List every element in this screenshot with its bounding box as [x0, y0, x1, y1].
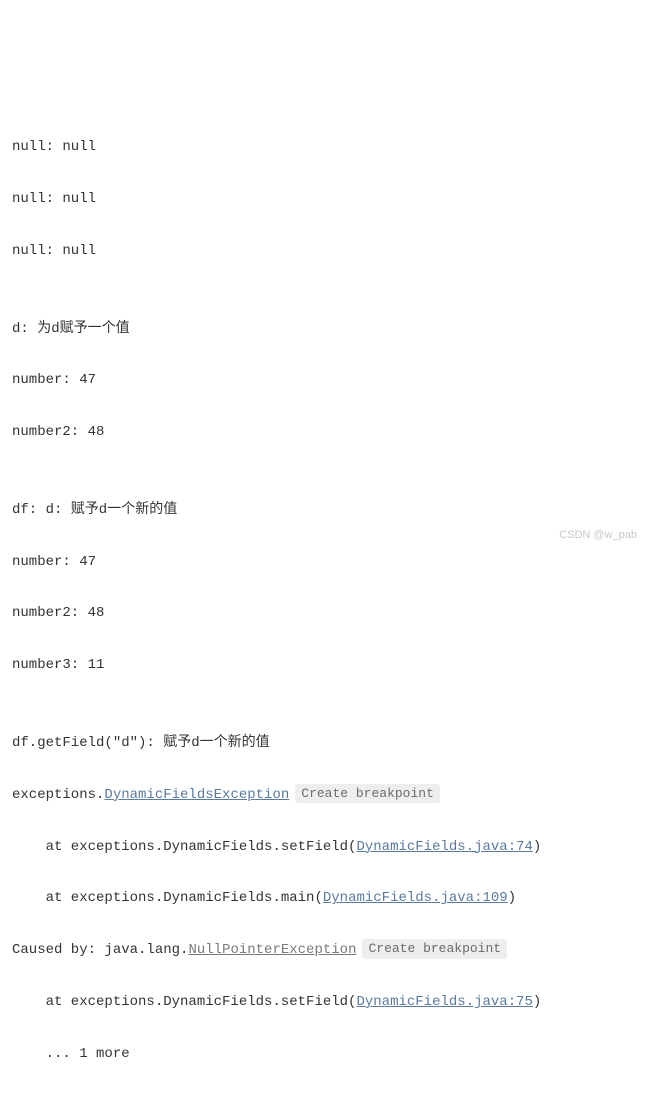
output-line: null: null: [12, 135, 637, 161]
caused-by-prefix: Caused by: java.lang.: [12, 942, 188, 958]
exception-class-link[interactable]: NullPointerException: [188, 942, 356, 958]
frame-suffix: ): [508, 890, 516, 906]
output-line: null: null: [12, 187, 637, 213]
stacktrace-frame: at exceptions.DynamicFields.setField(Dyn…: [12, 835, 637, 861]
frame-text: at exceptions.DynamicFields.setField(: [12, 994, 356, 1010]
output-line: null: null: [12, 239, 637, 265]
output-line: df: d: 赋予d一个新的值: [12, 498, 637, 524]
output-line: number2: 48: [12, 420, 637, 446]
output-line: df.getField("d"): 赋予d一个新的值: [12, 731, 637, 757]
source-link[interactable]: DynamicFields.java:109: [323, 890, 508, 906]
output-line: d: 为d赋予一个值: [12, 317, 637, 343]
output-line: number3: 11: [12, 653, 637, 679]
stacktrace-more: ... 1 more: [12, 1042, 637, 1068]
frame-text: at exceptions.DynamicFields.setField(: [12, 839, 356, 855]
output-line: number2: 48: [12, 601, 637, 627]
console-output: null: null null: null null: null d: 为d赋予…: [12, 110, 637, 1094]
stacktrace-caused-by-line: Caused by: java.lang.NullPointerExceptio…: [12, 938, 637, 964]
create-breakpoint-button[interactable]: Create breakpoint: [362, 939, 507, 959]
frame-suffix: ): [533, 839, 541, 855]
stacktrace-frame: at exceptions.DynamicFields.main(Dynamic…: [12, 886, 637, 912]
stacktrace-frame: at exceptions.DynamicFields.setField(Dyn…: [12, 990, 637, 1016]
output-line: number: 47: [12, 368, 637, 394]
stacktrace-exception-line: exceptions.DynamicFieldsException Create …: [12, 783, 637, 809]
source-link[interactable]: DynamicFields.java:74: [356, 839, 532, 855]
frame-text: at exceptions.DynamicFields.main(: [12, 890, 323, 906]
create-breakpoint-button[interactable]: Create breakpoint: [295, 784, 440, 804]
exception-class-link[interactable]: DynamicFieldsException: [104, 787, 289, 803]
frame-suffix: ): [533, 994, 541, 1010]
exception-prefix: exceptions.: [12, 787, 104, 803]
source-link[interactable]: DynamicFields.java:75: [356, 994, 532, 1010]
watermark-text: CSDN @w_pab: [559, 525, 637, 545]
output-line: number: 47: [12, 550, 637, 576]
